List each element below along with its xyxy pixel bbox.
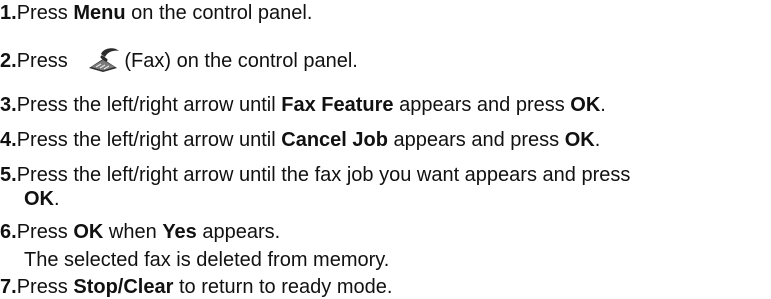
button-name-stop-clear: Stop/Clear	[73, 276, 174, 298]
step-7: 7.Press Stop/Clear to return to ready mo…	[0, 276, 393, 298]
menu-item-fax-feature: Fax Feature	[281, 94, 394, 116]
step-6-note: The selected fax is deleted from memory.	[24, 249, 390, 271]
menu-item-cancel-job: Cancel Job	[281, 129, 388, 151]
button-name-ok: OK	[24, 188, 54, 210]
step-4: 4.Press the left/right arrow until Cance…	[0, 129, 601, 151]
button-name-ok: OK	[564, 129, 595, 151]
fax-icon	[89, 48, 120, 72]
step-5-continuation: OK.	[24, 188, 60, 210]
button-name-ok: OK	[570, 94, 601, 116]
step-5: 5.Press the left/right arrow until the f…	[0, 164, 631, 186]
step-number: 3.	[0, 94, 17, 116]
step-number: 2.	[0, 50, 17, 72]
button-name-menu: Menu	[73, 2, 126, 24]
button-name-ok: OK	[73, 221, 104, 243]
step-6: 6.Press OK when Yes appears.	[0, 221, 281, 243]
step-1: 1.Press Menu on the control panel.	[0, 2, 313, 24]
step-number: 1.	[0, 2, 17, 24]
step-number: 5.	[0, 164, 17, 186]
prompt-yes: Yes	[162, 221, 197, 243]
step-number: 4.	[0, 129, 17, 151]
step-2: 2.Press (Fax) on the control panel.	[0, 47, 358, 73]
step-3: 3.Press the left/right arrow until Fax F…	[0, 94, 606, 116]
step-number: 7.	[0, 276, 17, 298]
step-number: 6.	[0, 221, 17, 243]
